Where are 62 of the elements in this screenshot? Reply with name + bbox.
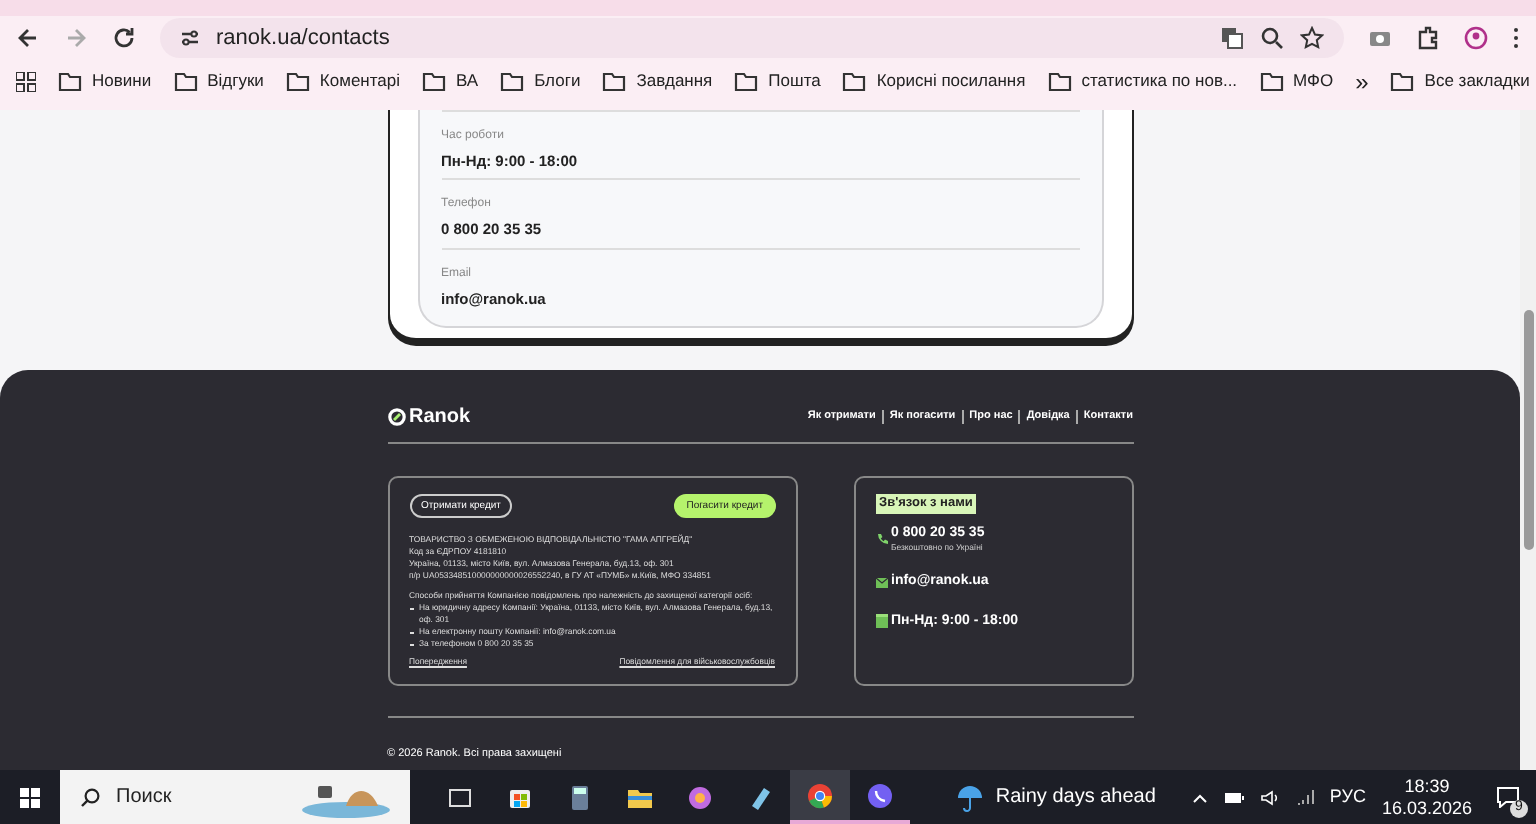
language-indicator[interactable]: РУС xyxy=(1329,783,1366,811)
bookmark-item[interactable]: Коментарі xyxy=(285,68,401,94)
search-placeholder: Поиск xyxy=(116,784,174,812)
umbrella-rain-icon[interactable] xyxy=(955,783,984,811)
taskbar-search-field[interactable]: Поиск xyxy=(60,770,410,824)
folder-icon xyxy=(173,70,198,92)
notification-icon[interactable] xyxy=(1496,786,1520,808)
reload-icon[interactable] xyxy=(112,26,136,50)
folder-icon xyxy=(422,70,447,92)
folder-icon xyxy=(602,70,627,92)
chrome-icon[interactable] xyxy=(806,781,834,809)
notepad-icon[interactable] xyxy=(746,783,774,811)
viber-icon[interactable] xyxy=(866,781,894,809)
folder-icon xyxy=(842,70,867,92)
calculator-icon[interactable] xyxy=(566,783,594,811)
bookmark-item[interactable]: Корисні посилання xyxy=(842,68,1026,94)
bookmark-item[interactable]: Відгуки xyxy=(173,68,264,94)
bookmark-item[interactable]: Новини xyxy=(58,68,152,94)
task-view-icon[interactable] xyxy=(446,783,474,811)
profile-icon[interactable] xyxy=(1464,26,1488,50)
more-bookmarks-button[interactable]: » xyxy=(1355,63,1369,99)
back-icon[interactable] xyxy=(16,26,40,50)
apps-grid-icon[interactable] xyxy=(16,71,36,91)
bookmark-item[interactable]: ВА xyxy=(422,68,479,94)
folder-icon xyxy=(734,70,759,92)
logo-icon xyxy=(387,408,405,426)
mail-icon xyxy=(875,577,887,588)
phone-icon xyxy=(875,531,887,544)
scrollbar[interactable] xyxy=(1520,110,1536,770)
address-bar[interactable]: ranok.ua/contacts xyxy=(160,18,1344,58)
folder-icon xyxy=(1390,70,1415,92)
camera-icon[interactable] xyxy=(1368,26,1392,50)
network-icon[interactable] xyxy=(1295,788,1314,806)
extensions-icon[interactable] xyxy=(1416,26,1440,50)
clock-date[interactable]: 16.03.2026 xyxy=(1381,797,1472,819)
search-icon xyxy=(80,787,100,807)
battery-icon[interactable] xyxy=(1223,791,1244,803)
logo-text[interactable]: Ranok xyxy=(409,402,471,432)
weather-text[interactable]: Rainy days ahead xyxy=(995,782,1156,812)
folder-icon xyxy=(500,70,525,92)
star-icon[interactable] xyxy=(1300,26,1324,50)
all-bookmarks-item[interactable]: Все закладки xyxy=(1390,68,1530,94)
folder-icon xyxy=(1047,70,1072,92)
bookmark-item[interactable]: МФО xyxy=(1259,68,1334,94)
calendar-icon xyxy=(875,614,887,629)
clock-time[interactable]: 18:39 xyxy=(1404,775,1450,797)
folder-icon xyxy=(58,70,82,92)
site-settings-icon xyxy=(180,28,200,48)
bookmark-item[interactable]: Пошта xyxy=(734,68,821,94)
menu-icon[interactable] xyxy=(1512,26,1520,50)
bookmark-item[interactable]: Завдання xyxy=(602,68,713,94)
chevron-up-icon[interactable] xyxy=(1191,791,1208,803)
bookmark-item[interactable]: статистика по нов... xyxy=(1047,68,1238,94)
windows-start-icon[interactable] xyxy=(20,787,40,807)
url-text: ranok.ua/contacts xyxy=(216,23,392,54)
folder-icon xyxy=(1259,70,1284,92)
bookmark-item[interactable]: Блоги xyxy=(500,68,581,94)
speaker-icon[interactable] xyxy=(1259,789,1280,805)
folder-icon xyxy=(285,70,310,92)
translate-icon[interactable] xyxy=(1220,26,1244,50)
copilot-icon[interactable] xyxy=(686,783,714,811)
zoom-icon[interactable] xyxy=(1260,26,1284,50)
